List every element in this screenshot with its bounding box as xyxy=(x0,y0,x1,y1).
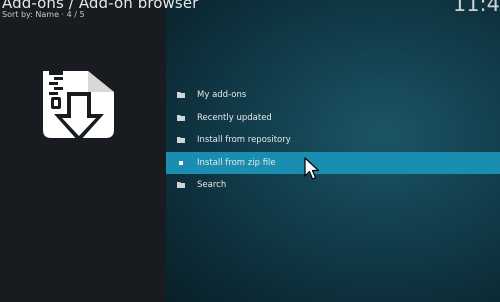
menu-item-label: Install from zip file xyxy=(197,157,276,168)
clock: 11:4 xyxy=(452,0,500,16)
menu-item-recently-updated[interactable]: Recently updated xyxy=(166,107,500,130)
menu-item-label: Install from repository xyxy=(197,135,291,146)
menu-item-my-addons[interactable]: My add-ons xyxy=(166,84,500,107)
header: Add-ons / Add-on browser Sort by: Name ·… xyxy=(0,0,500,30)
square-bullet-icon xyxy=(179,160,183,165)
addon-browser-menu: My add-ons Recently updated Install from… xyxy=(166,84,500,197)
mouse-pointer-icon xyxy=(304,157,320,180)
folder-icon xyxy=(177,114,185,121)
folder-icon xyxy=(177,92,185,98)
menu-item-label: Recently updated xyxy=(197,112,272,123)
preview-panel xyxy=(0,0,166,302)
menu-item-label: My add-ons xyxy=(197,90,247,101)
menu-item-label: Search xyxy=(197,180,227,191)
menu-item-install-from-repository[interactable]: Install from repository xyxy=(166,129,500,152)
sort-info: Sort by: Name · 4 / 5 xyxy=(2,10,85,19)
menu-item-install-from-zip[interactable]: Install from zip file xyxy=(166,151,500,174)
folder-icon xyxy=(177,182,185,188)
zip-download-icon xyxy=(43,71,114,142)
menu-item-search[interactable]: Search xyxy=(166,174,500,197)
folder-icon xyxy=(177,137,185,143)
